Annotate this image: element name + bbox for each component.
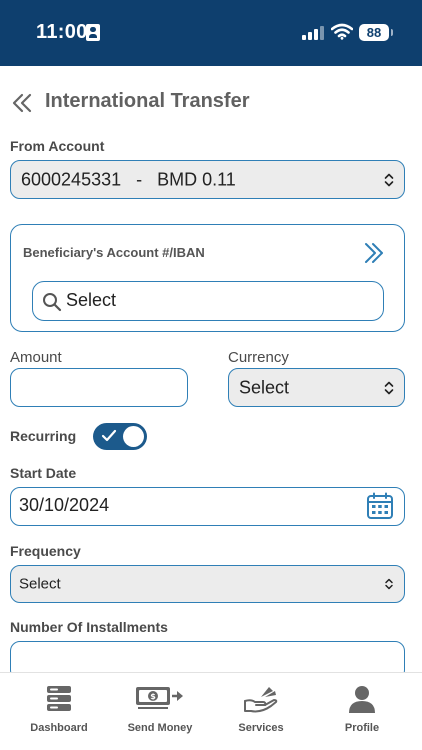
recurring-label: Recurring — [10, 428, 77, 444]
battery-icon: 88 — [359, 24, 393, 41]
check-icon — [101, 429, 117, 442]
profile-icon — [349, 686, 375, 713]
status-bar: 11:00 88 — [0, 0, 422, 66]
currency-label: Currency — [228, 349, 289, 366]
wifi-icon — [331, 23, 353, 40]
nav-dashboard[interactable]: Dashboard — [9, 673, 109, 750]
from-account-select[interactable]: 6000245331 - BMD 0.11 — [10, 160, 405, 199]
bottom-nav: Dashboard $ Send Money Services Profile — [0, 672, 422, 750]
start-date-value: 30/10/2024 — [19, 495, 110, 515]
nav-services-label: Services — [238, 722, 284, 734]
beneficiary-search-input[interactable]: Select — [32, 281, 384, 321]
frequency-label: Frequency — [10, 543, 81, 559]
updown-chevron-icon — [384, 381, 394, 394]
nav-profile-label: Profile — [344, 722, 380, 734]
amount-label: Amount — [10, 349, 62, 366]
send-money-icon: $ — [136, 687, 183, 709]
nav-send-money-label: Send Money — [127, 722, 193, 734]
nav-services[interactable]: Services — [211, 673, 311, 750]
amount-input[interactable] — [10, 368, 188, 407]
start-date-label: Start Date — [10, 465, 77, 481]
installments-label: Number Of Installments — [10, 619, 168, 635]
beneficiary-placeholder: Select — [66, 290, 117, 310]
status-time: 11:00 — [36, 21, 88, 43]
currency-select[interactable]: Select — [228, 368, 405, 407]
beneficiary-card: Beneficiary's Account #/IBAN Select — [10, 224, 405, 332]
nav-send-money[interactable]: $ Send Money — [110, 673, 210, 750]
double-chevron-right-icon[interactable] — [362, 241, 386, 265]
id-card-icon — [86, 24, 100, 41]
from-account-value: 6000245331 - BMD 0.11 — [21, 169, 236, 189]
updown-chevron-icon — [384, 173, 394, 186]
svg-text:$: $ — [150, 692, 156, 701]
services-icon — [244, 687, 278, 713]
dashboard-icon — [47, 686, 71, 711]
page-title: International Transfer — [45, 90, 250, 112]
search-icon — [43, 293, 62, 312]
from-account-label: From Account — [10, 138, 105, 154]
updown-chevron-icon — [385, 578, 393, 590]
beneficiary-label: Beneficiary's Account #/IBAN — [23, 245, 205, 260]
cellular-signal-icon — [302, 26, 324, 40]
back-icon[interactable] — [10, 92, 34, 114]
toggle-knob — [123, 426, 144, 447]
currency-value: Select — [239, 377, 290, 397]
calendar-icon[interactable] — [366, 492, 394, 520]
nav-profile[interactable]: Profile — [312, 673, 412, 750]
start-date-input[interactable]: 30/10/2024 — [10, 487, 405, 526]
frequency-select[interactable]: Select — [10, 565, 405, 603]
recurring-toggle[interactable] — [93, 423, 147, 450]
frequency-value: Select — [19, 575, 61, 593]
nav-dashboard-label: Dashboard — [30, 722, 88, 734]
